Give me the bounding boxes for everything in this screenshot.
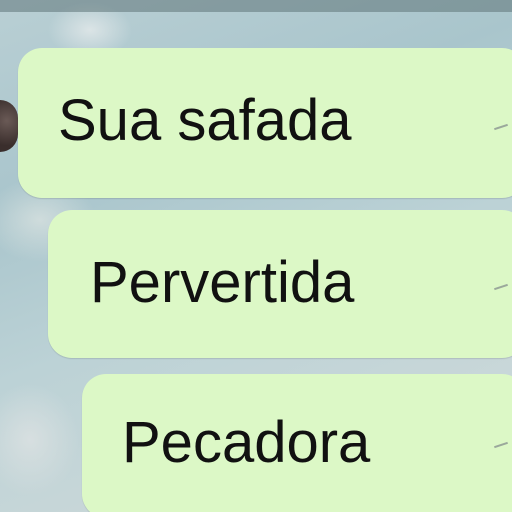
- message-text: Sua safada: [58, 88, 352, 153]
- header-edge: [0, 0, 512, 12]
- message-text: Pervertida: [90, 250, 355, 315]
- message-bubble[interactable]: Pervertida: [48, 210, 512, 358]
- message-text: Pecadora: [122, 410, 371, 475]
- message-bubble[interactable]: Pecadora: [82, 374, 512, 512]
- message-tick-icon: [494, 123, 508, 131]
- message-bubble[interactable]: Sua safada: [18, 48, 512, 198]
- message-tick-icon: [494, 283, 508, 291]
- message-tick-icon: [494, 441, 508, 449]
